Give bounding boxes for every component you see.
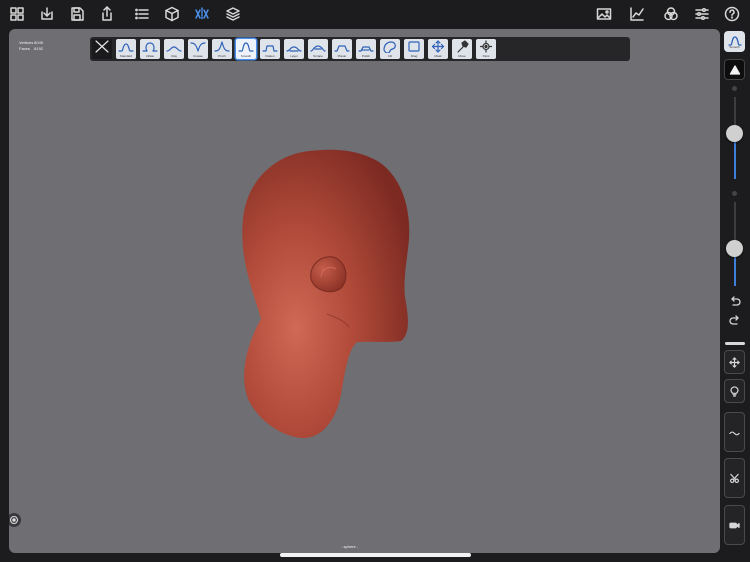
sidebar-divider bbox=[725, 342, 745, 345]
scissors-icon bbox=[729, 473, 740, 483]
tool-drag[interactable]: Drag bbox=[404, 39, 424, 59]
crease-brush-icon bbox=[190, 42, 206, 52]
radius-handle-dot bbox=[732, 86, 737, 91]
move-view-button[interactable] bbox=[724, 350, 745, 374]
intensity-handle-dot bbox=[732, 191, 737, 196]
grid-icon[interactable] bbox=[8, 5, 26, 23]
tool-flatten[interactable]: Flatten bbox=[260, 39, 280, 59]
help-icon[interactable] bbox=[723, 5, 741, 23]
tool-crease[interactable]: Crease bbox=[188, 39, 208, 59]
sculpt-viewport[interactable]: Vertices 8049 Faces 8192 Standard Inflat… bbox=[9, 29, 720, 553]
tool-layer[interactable]: Layer bbox=[284, 39, 304, 59]
vertices-value: 8049 bbox=[34, 40, 44, 45]
graph-icon[interactable] bbox=[628, 5, 646, 23]
flatten-brush-icon bbox=[262, 45, 278, 52]
share-icon[interactable] bbox=[98, 5, 116, 23]
orientation-icon bbox=[9, 515, 19, 525]
mesh-stats: Vertices 8049 Faces 8192 bbox=[19, 40, 43, 51]
tool-mask[interactable]: Mask bbox=[428, 39, 448, 59]
symmetry-tools-button[interactable] bbox=[724, 458, 745, 498]
tool-paint[interactable]: Paint bbox=[476, 39, 496, 59]
layers-icon[interactable] bbox=[224, 5, 242, 23]
tool-move[interactable]: Move bbox=[452, 39, 472, 59]
tool-standard[interactable]: Standard bbox=[116, 39, 136, 59]
redo-button[interactable] bbox=[724, 309, 745, 330]
lighting-button[interactable] bbox=[724, 379, 745, 403]
undo-icon bbox=[730, 295, 741, 306]
symmetry-icon[interactable] bbox=[193, 5, 211, 23]
scrape-brush-icon bbox=[310, 45, 326, 52]
standard-brush-icon bbox=[118, 43, 134, 52]
close-icon bbox=[95, 40, 109, 53]
stroke-button[interactable] bbox=[724, 412, 745, 452]
mask-icon bbox=[431, 40, 445, 53]
faces-value: 8192 bbox=[34, 45, 44, 51]
list-icon[interactable] bbox=[133, 5, 151, 23]
move-icon bbox=[457, 40, 469, 53]
tool-inflate[interactable]: Inflate bbox=[140, 39, 160, 59]
mesh-name-label[interactable]: - sphere - bbox=[341, 544, 358, 549]
image-icon[interactable] bbox=[595, 5, 613, 23]
radius-slider-knob[interactable] bbox=[726, 125, 743, 143]
tool-fill[interactable]: Fill bbox=[380, 39, 400, 59]
pinch-brush-icon bbox=[214, 41, 230, 52]
tool-scrape[interactable]: Scrape bbox=[308, 39, 328, 59]
sliders-icon[interactable] bbox=[693, 5, 711, 23]
tool-smooth[interactable]: Smooth bbox=[236, 39, 256, 59]
fill-brush-icon bbox=[383, 41, 396, 53]
color-circles-icon[interactable] bbox=[662, 5, 680, 23]
tool-polish[interactable]: Polish bbox=[356, 39, 376, 59]
current-brush-label: Smooth bbox=[729, 44, 740, 49]
right-sidebar: Smooth bbox=[720, 29, 750, 562]
cube-icon[interactable] bbox=[163, 5, 181, 23]
triangle-icon bbox=[729, 64, 740, 75]
sculpt-mesh[interactable] bbox=[9, 29, 720, 553]
brush-toolbar: Standard Inflate Clay Crease Pinch Smoot… bbox=[90, 37, 630, 61]
redo-icon bbox=[728, 314, 739, 325]
intensity-slider-knob[interactable] bbox=[726, 239, 743, 257]
move-arrows-icon bbox=[729, 356, 740, 368]
current-brush-button[interactable]: Smooth bbox=[724, 31, 745, 52]
home-indicator bbox=[280, 553, 471, 557]
polish-brush-icon bbox=[358, 46, 374, 52]
top-toolbar bbox=[0, 0, 750, 28]
undo-button[interactable] bbox=[724, 290, 745, 311]
planar-brush-icon bbox=[334, 45, 350, 52]
lightbulb-icon bbox=[730, 385, 739, 397]
save-icon[interactable] bbox=[68, 5, 86, 23]
tool-close[interactable] bbox=[92, 39, 112, 59]
smooth-brush-icon bbox=[238, 42, 254, 52]
import-icon[interactable] bbox=[38, 5, 56, 23]
inflate-brush-icon bbox=[142, 42, 158, 52]
faces-label: Faces bbox=[19, 45, 30, 51]
smooth-brush-icon bbox=[727, 35, 742, 46]
material-color-button[interactable] bbox=[724, 59, 745, 80]
tool-planar[interactable]: Planar bbox=[332, 39, 352, 59]
layer-brush-icon bbox=[286, 46, 302, 52]
tool-pinch[interactable]: Pinch bbox=[212, 39, 232, 59]
clay-brush-icon bbox=[166, 46, 182, 52]
stroke-wave-icon bbox=[729, 430, 740, 435]
camera-button[interactable] bbox=[724, 505, 745, 545]
drag-brush-icon bbox=[408, 41, 420, 52]
tool-clay[interactable]: Clay bbox=[164, 39, 184, 59]
video-camera-icon bbox=[729, 522, 740, 528]
paint-icon bbox=[479, 40, 493, 53]
